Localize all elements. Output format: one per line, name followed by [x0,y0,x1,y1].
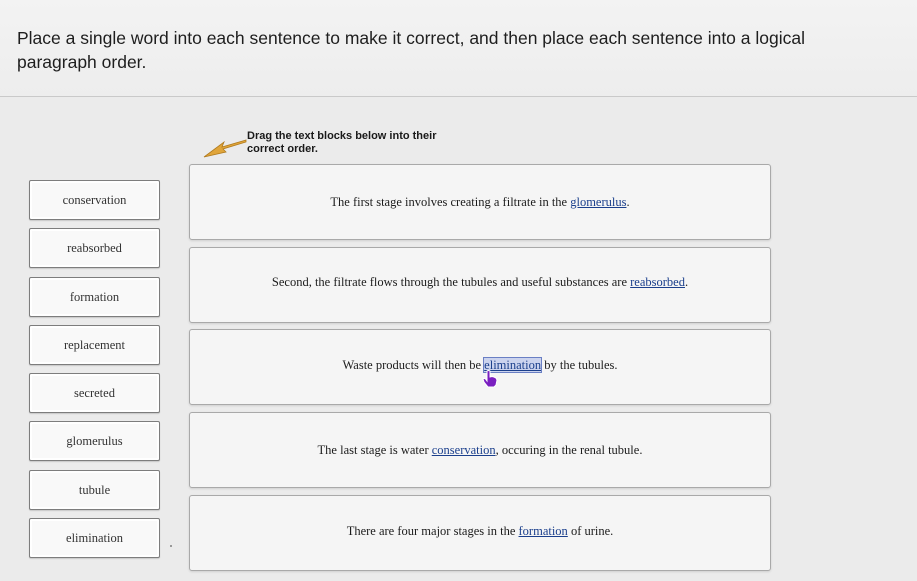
word-tile-elimination[interactable]: elimination [29,518,160,558]
sentence-block-3[interactable]: Waste products will then be elimination … [189,329,771,405]
sentence-block-4[interactable]: The last stage is water conservation, oc… [189,412,771,488]
divider-dot [170,545,172,547]
word-tile-secreted[interactable]: secreted [29,373,160,413]
word-label: secreted [74,385,115,400]
word-label: reabsorbed [67,240,122,255]
word-label: elimination [66,530,123,545]
sentence-text: The first stage involves creating a filt… [330,194,630,209]
word-label: tubule [78,482,111,497]
word-tile-conservation[interactable]: conservation [29,180,160,220]
filled-word[interactable]: reabsorbed [630,275,685,289]
sentence-text: There are four major stages in the forma… [346,523,614,538]
sentence-text: The last stage is water conservation, oc… [317,442,643,457]
drag-hint: Drag the text blocks below into their co… [247,130,437,155]
word-tile-replacement[interactable]: replacement [29,325,160,365]
orange-pointer-arrow-icon [203,139,247,158]
sentence-text: Waste products will then be elimination … [342,356,618,373]
word-label: conservation [62,192,127,207]
sentence-text: Second, the filtrate flows through the t… [271,274,689,289]
hand-pointer-icon [482,370,498,388]
question-header: Place a single word into each sentence t… [0,0,917,97]
sentence-block-1[interactable]: The first stage involves creating a filt… [189,164,771,240]
filled-word[interactable]: glomerulus [570,195,626,209]
question-instructions: Place a single word into each sentence t… [17,28,805,72]
filled-word[interactable]: formation [519,524,568,538]
sentence-block-2[interactable]: Second, the filtrate flows through the t… [189,247,771,323]
word-label: formation [69,289,120,304]
word-tile-reabsorbed[interactable]: reabsorbed [29,228,160,268]
word-label: glomerulus [66,433,123,448]
sentence-block-5[interactable]: There are four major stages in the forma… [189,495,771,571]
word-label: replacement [63,337,126,352]
word-tile-formation[interactable]: formation [29,277,160,317]
word-tile-tubule[interactable]: tubule [29,470,160,510]
word-tile-glomerulus[interactable]: glomerulus [29,421,160,461]
filled-word[interactable]: conservation [432,443,496,457]
